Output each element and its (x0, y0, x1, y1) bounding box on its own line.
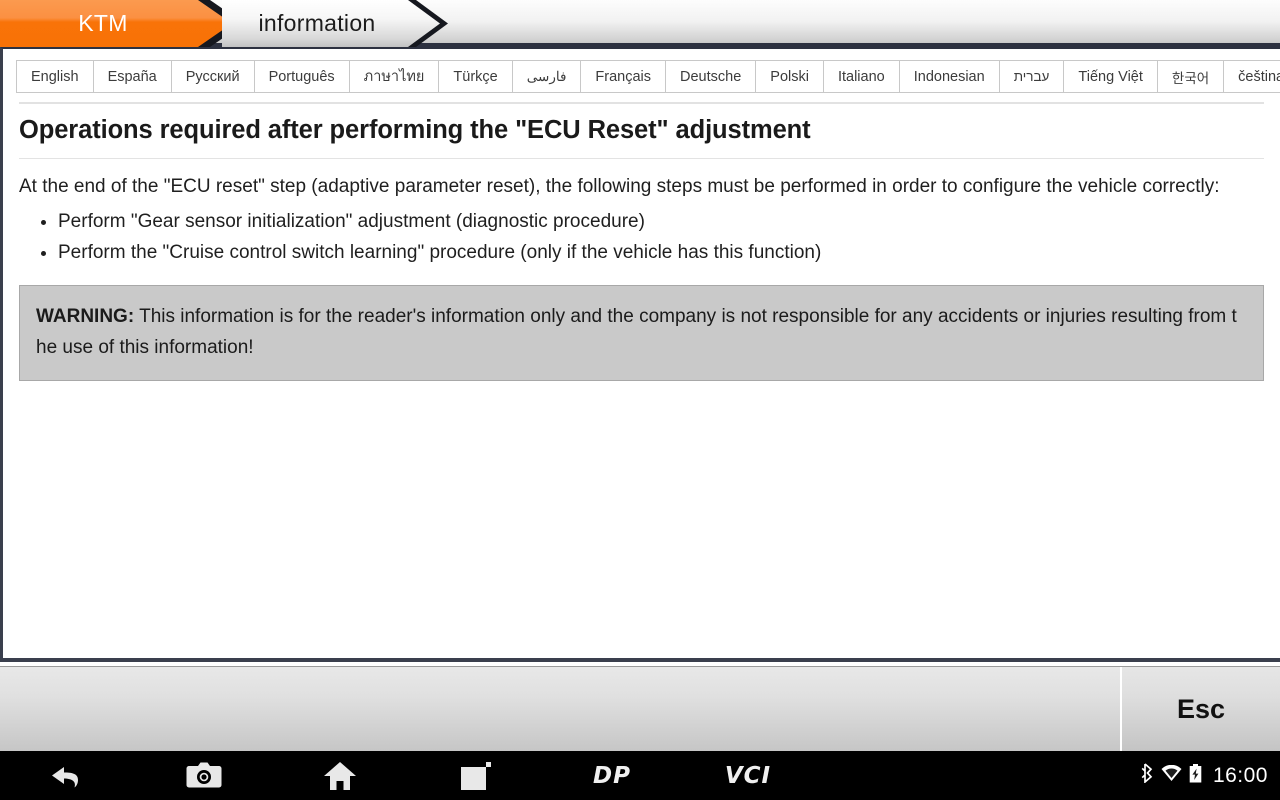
warning-label: WARNING: (36, 305, 135, 327)
tab-ktm[interactable]: KTM (0, 0, 232, 47)
tab-information-label: information (258, 10, 376, 36)
language-tab-label: čeština (1238, 68, 1280, 85)
language-tab-label: Polski (770, 68, 809, 85)
dp-logo: DP (593, 762, 631, 789)
language-tab-korean[interactable]: 한국어 (1156, 60, 1224, 93)
toolbar-empty-area (0, 667, 1120, 751)
language-tab-label: Türkçe (453, 68, 498, 85)
language-tab-vietnamese[interactable]: Tiếng Việt (1063, 60, 1157, 93)
esc-button[interactable]: Esc (1120, 667, 1280, 751)
status-area: 16:00 (1141, 763, 1280, 788)
android-nav-bar: DP VCI 16:00 (0, 751, 1280, 800)
bottom-toolbar: Esc (0, 666, 1280, 751)
language-tab-german[interactable]: Deutsche (665, 60, 756, 93)
language-tab-label: Português (268, 68, 335, 85)
language-tab-label: فارسی (526, 68, 567, 84)
language-tab-espana[interactable]: España (92, 60, 171, 93)
language-tab-czech[interactable]: čeština (1223, 60, 1280, 93)
home-icon[interactable] (272, 761, 408, 791)
language-tab-label: España (107, 68, 157, 85)
language-tab-indonesian[interactable]: Indonesian (898, 60, 999, 93)
language-tab-label: Italiano (837, 68, 885, 85)
page-title: Operations required after performing the… (19, 116, 811, 144)
app-screen: KTM information English España Русский P… (0, 0, 1280, 800)
wifi-icon (1161, 764, 1182, 787)
language-tab-label: 한국어 (1171, 70, 1210, 86)
language-tab-label: Tiếng Việt (1078, 68, 1143, 85)
warning-box: WARNING: This information is for the rea… (19, 284, 1264, 381)
back-icon[interactable] (0, 761, 136, 791)
language-tab-bar: English España Русский Português ภาษาไทย… (3, 49, 1280, 93)
language-tab-hebrew[interactable]: עברית (998, 60, 1064, 93)
top-tab-strip: KTM information (0, 0, 1280, 47)
language-tab-italian[interactable]: Italiano (822, 60, 899, 93)
language-tab-turkish[interactable]: Türkçe (438, 60, 512, 93)
vci-logo: VCI (724, 762, 772, 789)
steps-list: Perform "Gear sensor initialization" adj… (19, 206, 1264, 269)
language-tab-french[interactable]: Français (580, 60, 666, 93)
language-tab-label: ภาษาไทย (363, 69, 425, 85)
content-panel: English España Русский Português ภาษาไทย… (0, 47, 1280, 662)
esc-button-label: Esc (1176, 693, 1226, 724)
warning-text: This information is for the reader's inf… (36, 305, 1237, 358)
language-tab-thai[interactable]: ภาษาไทย (348, 60, 439, 93)
tab-information[interactable]: information (222, 0, 440, 47)
clock: 16:00 (1212, 763, 1268, 787)
language-tab-english[interactable]: English (16, 60, 93, 93)
recent-apps-icon[interactable] (408, 761, 544, 791)
list-item: Perform the "Cruise control switch learn… (41, 237, 1264, 269)
language-tab-portuguese[interactable]: Português (253, 60, 349, 93)
language-tab-label: Deutsche (680, 68, 742, 85)
language-tab-farsi[interactable]: فارسی (511, 60, 581, 93)
tab-ktm-label: KTM (78, 10, 128, 36)
language-tab-label: Français (595, 68, 652, 85)
camera-icon[interactable] (136, 762, 272, 790)
language-tab-label: English (31, 68, 79, 85)
title-divider (19, 157, 1264, 159)
article-body: Operations required after performing the… (3, 104, 1280, 381)
language-tab-russian[interactable]: Русский (170, 60, 254, 93)
language-tab-label: Русский (185, 68, 240, 85)
intro-paragraph: At the end of the "ECU reset" step (adap… (19, 175, 1220, 197)
list-item: Perform "Gear sensor initialization" adj… (41, 206, 1264, 238)
language-tab-polish[interactable]: Polski (755, 60, 823, 93)
bluetooth-icon (1141, 763, 1154, 788)
language-tab-label: עברית (1013, 69, 1050, 84)
battery-charging-icon (1189, 763, 1202, 788)
language-tab-label: Indonesian (913, 68, 985, 85)
